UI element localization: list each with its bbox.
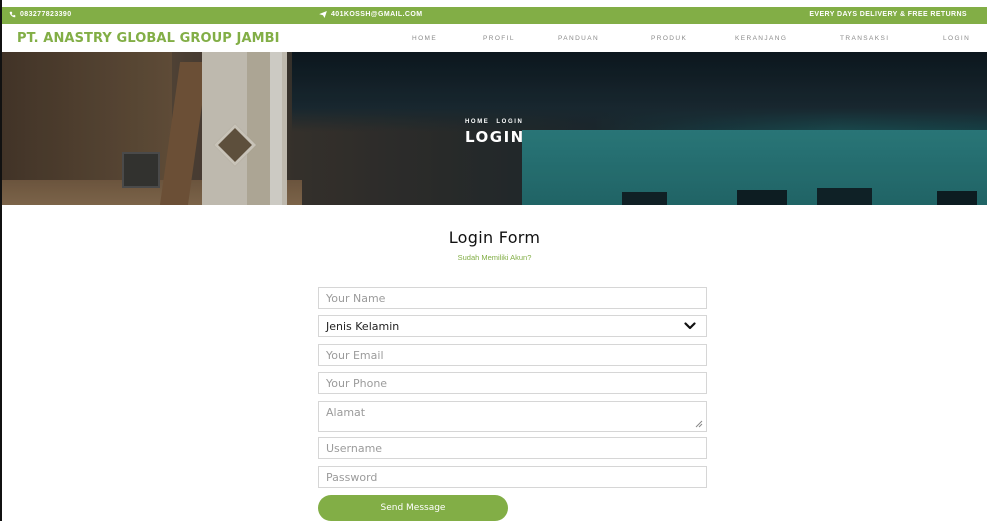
nav-home[interactable]: HOME xyxy=(412,35,437,42)
breadcrumb: HOME LOGIN xyxy=(465,119,530,125)
name-input[interactable]: Your Name xyxy=(318,287,707,309)
username-placeholder: Username xyxy=(326,441,383,455)
nav-profil[interactable]: PROFIL xyxy=(483,35,515,42)
nav-produk[interactable]: PRODUK xyxy=(651,35,687,42)
address-textarea[interactable]: Alamat xyxy=(318,401,707,432)
form-header: Login Form Sudah Memiliki Akun? xyxy=(2,228,987,262)
resize-handle-icon[interactable] xyxy=(695,420,703,428)
address-placeholder: Alamat xyxy=(326,406,366,419)
email-address: 401KOSSH@GMAIL.COM xyxy=(331,11,423,18)
password-placeholder: Password xyxy=(326,470,378,484)
paper-plane-icon xyxy=(319,11,327,18)
topbar-email[interactable]: 401KOSSH@GMAIL.COM xyxy=(319,11,422,18)
breadcrumb-login: LOGIN xyxy=(496,119,524,125)
breadcrumb-home[interactable]: HOME xyxy=(465,119,489,125)
nav-transaksi[interactable]: TRANSAKSI xyxy=(840,35,889,42)
nav-login[interactable]: LOGIN xyxy=(943,35,970,42)
send-message-button[interactable]: Send Message xyxy=(318,495,508,521)
hero-text: HOME LOGIN LOGIN xyxy=(2,52,987,205)
nav-panduan[interactable]: PANDUAN xyxy=(558,35,599,42)
delivery-tagline: EVERY DAYS DELIVERY & FREE RETURNS xyxy=(809,11,967,18)
brand-logo-text[interactable]: PT. ANASTRY GLOBAL GROUP JAMBI xyxy=(17,31,280,46)
phone-number: 083277823390 xyxy=(20,11,72,18)
phone-placeholder: Your Phone xyxy=(326,376,388,390)
chevron-down-icon xyxy=(684,322,696,330)
top-info-bar: 083277823390 401KOSSH@GMAIL.COM EVERY DA… xyxy=(2,7,987,24)
username-field[interactable]: Username xyxy=(318,437,707,459)
hero-banner: HOME LOGIN LOGIN xyxy=(2,52,987,205)
name-placeholder: Your Name xyxy=(326,291,386,305)
page-title: LOGIN xyxy=(465,128,525,146)
nav-keranjang[interactable]: KERANJANG xyxy=(735,35,787,42)
topbar-phone[interactable]: 083277823390 xyxy=(9,11,72,18)
form-title: Login Form xyxy=(448,228,541,247)
password-field[interactable]: Password xyxy=(318,466,707,488)
page: 083277823390 401KOSSH@GMAIL.COM EVERY DA… xyxy=(0,0,987,521)
navbar: PT. ANASTRY GLOBAL GROUP JAMBI HOME PROF… xyxy=(2,26,987,52)
gender-select-value: Jenis Kelamin xyxy=(326,319,400,333)
email-placeholder: Your Email xyxy=(326,348,384,362)
phone-field[interactable]: Your Phone xyxy=(318,372,707,394)
email-field[interactable]: Your Email xyxy=(318,344,707,366)
phone-icon xyxy=(9,11,16,18)
form-subtitle-link[interactable]: Sudah Memiliki Akun? xyxy=(2,253,987,262)
gender-select[interactable]: Jenis Kelamin xyxy=(318,315,707,337)
